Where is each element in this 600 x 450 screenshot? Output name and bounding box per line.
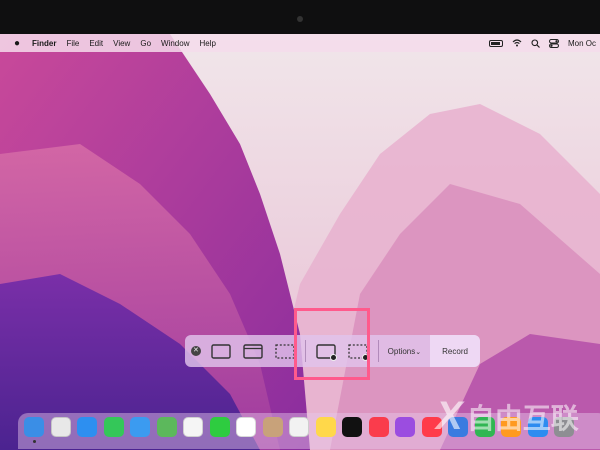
messages-icon[interactable] xyxy=(103,417,124,437)
mail-icon[interactable] xyxy=(130,417,150,437)
running-indicator xyxy=(32,440,36,443)
record-dot-icon xyxy=(329,354,337,361)
record-selection-button[interactable] xyxy=(346,341,370,361)
record-dot-icon xyxy=(361,354,369,361)
facetime-icon[interactable] xyxy=(209,417,230,437)
toolbar-divider xyxy=(304,340,306,362)
contacts-icon[interactable] xyxy=(262,417,283,437)
record-button[interactable]: Record xyxy=(430,335,480,367)
menu-bar-clock[interactable]: Mon Oc xyxy=(568,39,596,48)
safari-icon[interactable] xyxy=(77,417,97,437)
menu-file[interactable]: File xyxy=(66,39,79,48)
record-label: Record xyxy=(442,346,468,356)
close-icon[interactable]: ✕ xyxy=(191,346,201,356)
reminders-icon[interactable] xyxy=(289,417,309,437)
search-icon[interactable] xyxy=(531,38,540,48)
maps-icon[interactable] xyxy=(156,417,177,437)
control-center-icon[interactable] xyxy=(548,38,559,48)
menu-view[interactable]: View xyxy=(113,39,130,48)
menu-go[interactable]: Go xyxy=(140,39,151,48)
desktop: ● Finder File Edit View Go Window Help M… xyxy=(0,34,600,450)
screenshot-toolbar: ✕ Options⌄ Record xyxy=(185,335,480,367)
watermark-logo: X 自由互联 xyxy=(436,394,579,438)
capture-window-button[interactable] xyxy=(241,341,265,361)
camera-icon xyxy=(297,16,303,22)
screen-bezel xyxy=(0,0,600,36)
calendar-icon[interactable] xyxy=(236,417,256,437)
photos-icon[interactable] xyxy=(183,417,203,437)
toolbar-divider xyxy=(377,340,379,362)
chevron-down-icon: ⌄ xyxy=(415,348,422,356)
menu-app-name[interactable]: Finder xyxy=(32,39,56,48)
menu-edit[interactable]: Edit xyxy=(89,39,103,48)
capture-selection-button[interactable] xyxy=(273,341,297,361)
apple-tv-icon[interactable] xyxy=(342,417,362,437)
options-label: Options xyxy=(387,346,416,356)
menu-bar: ● Finder File Edit View Go Window Help M… xyxy=(0,34,600,52)
menu-help[interactable]: Help xyxy=(199,39,215,48)
capture-entire-screen-button[interactable] xyxy=(209,341,233,361)
launchpad-icon[interactable] xyxy=(50,417,71,437)
menu-window[interactable]: Window xyxy=(161,39,189,48)
record-entire-screen-button[interactable] xyxy=(314,341,338,361)
capture-window-icon xyxy=(243,343,263,359)
apple-logo-icon[interactable]: ● xyxy=(14,38,24,49)
music-icon[interactable] xyxy=(368,417,389,437)
podcasts-icon[interactable] xyxy=(395,417,415,437)
battery-icon[interactable] xyxy=(488,39,503,47)
capture-entire-screen-icon xyxy=(211,343,231,359)
finder-icon[interactable] xyxy=(24,417,44,437)
wifi-icon[interactable] xyxy=(512,39,522,47)
wallpaper xyxy=(0,34,600,450)
options-dropdown[interactable]: Options⌄ xyxy=(388,347,421,356)
capture-selection-icon xyxy=(275,343,295,359)
notes-icon[interactable] xyxy=(315,417,336,437)
